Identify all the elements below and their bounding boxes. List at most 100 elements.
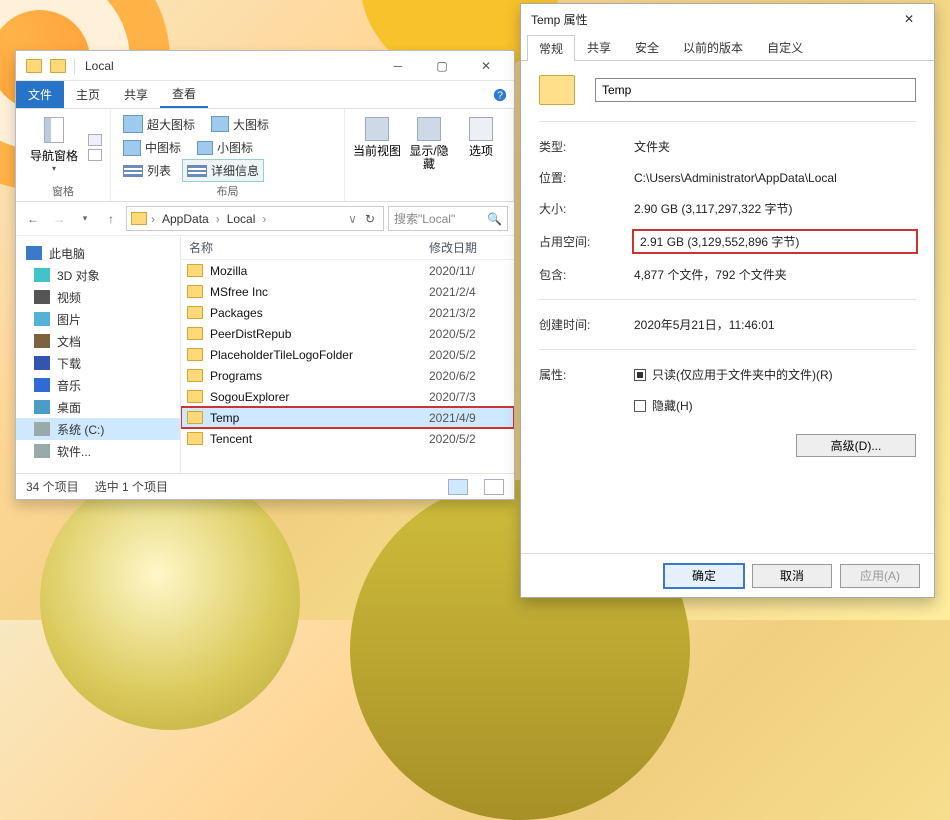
file-name: MSfree Inc (210, 285, 429, 299)
folder-icon (187, 285, 203, 298)
current-view-button[interactable]: 当前视图 (353, 113, 401, 185)
view-lg-icons[interactable]: 大图标 (207, 113, 273, 135)
folder-icon (187, 327, 203, 340)
view-list[interactable]: 列表 (119, 160, 175, 181)
tab-file[interactable]: 文件 (16, 81, 64, 108)
file-name: PlaceholderTileLogoFolder (210, 348, 429, 362)
tab-home[interactable]: 主页 (64, 81, 112, 108)
column-date[interactable]: 修改日期 (429, 239, 514, 256)
cancel-button[interactable]: 取消 (752, 564, 832, 588)
file-date: 2020/5/2 (429, 348, 514, 362)
table-row[interactable]: Mozilla2020/11/ (181, 260, 514, 281)
help-button[interactable]: ? (486, 81, 514, 108)
ribbon-group-panes: 窗格 (52, 181, 74, 199)
titlebar: Local ─ ▢ ✕ (16, 51, 514, 81)
folder-icon (50, 59, 66, 73)
column-name[interactable]: 名称 (181, 239, 429, 256)
menu-bar: 文件 主页 共享 查看 ? (16, 81, 514, 109)
label-size: 大小: (539, 200, 634, 217)
maximize-button[interactable]: ▢ (420, 51, 464, 81)
sidebar-item-video[interactable]: 视频 (16, 286, 180, 308)
value-location: C:\Users\Administrator\AppData\Local (634, 171, 916, 185)
ribbon: 导航窗格 ▾ 窗格 超大图标 大图标 中图标 小图标 (16, 109, 514, 202)
view-icons-toggle[interactable] (484, 479, 504, 495)
folder-icon (187, 348, 203, 361)
details-pane-icon[interactable] (88, 149, 102, 161)
properties-dialog: Temp 属性 ✕ 常规 共享 安全 以前的版本 自定义 类型:文件夹 位置:C… (520, 3, 935, 598)
sidebar-item-sysdrive[interactable]: 系统 (C:) (16, 418, 180, 440)
tab-share[interactable]: 共享 (575, 34, 623, 60)
view-sm-icons[interactable]: 小图标 (193, 137, 257, 158)
table-row[interactable]: Programs2020/6/2 (181, 365, 514, 386)
value-type: 文件夹 (634, 138, 916, 155)
tab-prev[interactable]: 以前的版本 (671, 34, 755, 60)
ok-button[interactable]: 确定 (664, 564, 744, 588)
table-row[interactable]: PeerDistRepub2020/5/2 (181, 323, 514, 344)
folder-icon (187, 306, 203, 319)
search-input[interactable]: 搜索"Local" 🔍 (388, 206, 508, 231)
file-name: Mozilla (210, 264, 429, 278)
up-button[interactable]: ↑ (100, 208, 122, 230)
folder-icon (187, 432, 203, 445)
tab-share[interactable]: 共享 (112, 81, 160, 108)
close-button[interactable]: ✕ (894, 4, 924, 34)
label-type: 类型: (539, 138, 634, 155)
tab-custom[interactable]: 自定义 (755, 34, 815, 60)
sidebar-item-3d[interactable]: 3D 对象 (16, 264, 180, 286)
folder-icon (187, 369, 203, 382)
advanced-button[interactable]: 高级(D)... (796, 434, 916, 457)
readonly-checkbox[interactable]: 只读(仅应用于文件夹中的文件)(R) (634, 366, 916, 383)
sidebar-item-dl[interactable]: 下载 (16, 352, 180, 374)
tab-security[interactable]: 安全 (623, 34, 671, 60)
sidebar-item-music[interactable]: 音乐 (16, 374, 180, 396)
show-hide-button[interactable]: 显示/隐藏 (405, 113, 453, 185)
file-date: 2020/6/2 (429, 369, 514, 383)
status-count: 34 个项目 (26, 478, 79, 495)
file-date: 2020/5/2 (429, 432, 514, 446)
folder-icon (131, 212, 147, 225)
address-bar[interactable]: › AppData › Local › ∨ ↻ (126, 206, 384, 231)
label-location: 位置: (539, 169, 634, 186)
view-xl-icons[interactable]: 超大图标 (119, 113, 199, 135)
value-size: 2.90 GB (3,117,297,322 字节) (634, 200, 916, 217)
tab-general[interactable]: 常规 (527, 35, 575, 61)
table-row[interactable]: PlaceholderTileLogoFolder2020/5/2 (181, 344, 514, 365)
file-name: Programs (210, 369, 429, 383)
sidebar-item-docs[interactable]: 文档 (16, 330, 180, 352)
nav-pane-label: 导航窗格 (30, 147, 78, 164)
options-button[interactable]: 选项 (457, 113, 505, 185)
name-field[interactable] (595, 78, 916, 102)
dialog-title: Temp 属性 (531, 11, 894, 28)
table-row[interactable]: SogouExplorer2020/7/3 (181, 386, 514, 407)
forward-button[interactable]: → (48, 208, 70, 230)
preview-pane-icon[interactable] (88, 134, 102, 146)
nav-pane-button[interactable]: 导航窗格 ▾ (24, 113, 84, 181)
apply-button[interactable]: 应用(A) (840, 564, 920, 588)
table-row[interactable]: MSfree Inc2021/2/4 (181, 281, 514, 302)
view-details[interactable]: 详细信息 (183, 160, 263, 181)
sidebar-item-desktop[interactable]: 桌面 (16, 396, 180, 418)
back-button[interactable]: ← (22, 208, 44, 230)
hidden-checkbox[interactable]: 隐藏(H) (634, 397, 693, 414)
folder-icon (187, 411, 203, 424)
table-row[interactable]: Packages2021/3/2 (181, 302, 514, 323)
refresh-button[interactable]: ↻ (361, 212, 379, 226)
breadcrumb[interactable]: AppData (159, 212, 212, 226)
file-date: 2021/4/9 (429, 411, 514, 425)
table-row[interactable]: Temp2021/4/9 (181, 407, 514, 428)
window-title: Local (85, 59, 114, 73)
view-details-toggle[interactable] (448, 479, 468, 495)
recent-button[interactable]: ▾ (74, 208, 96, 230)
minimize-button[interactable]: ─ (376, 51, 420, 81)
svg-text:?: ? (497, 89, 503, 101)
view-md-icons[interactable]: 中图标 (119, 137, 185, 158)
breadcrumb[interactable]: Local (224, 212, 259, 226)
sidebar-item-thispc[interactable]: 此电脑 (16, 242, 180, 264)
sidebar-item-soft[interactable]: 软件... (16, 440, 180, 462)
sidebar-item-pics[interactable]: 图片 (16, 308, 180, 330)
tab-view[interactable]: 查看 (160, 81, 208, 108)
table-row[interactable]: Tencent2020/5/2 (181, 428, 514, 449)
address-bar-row: ← → ▾ ↑ › AppData › Local › ∨ ↻ 搜索"Local… (16, 202, 514, 236)
ribbon-group-layout: 布局 (217, 181, 239, 199)
close-button[interactable]: ✕ (464, 51, 508, 81)
